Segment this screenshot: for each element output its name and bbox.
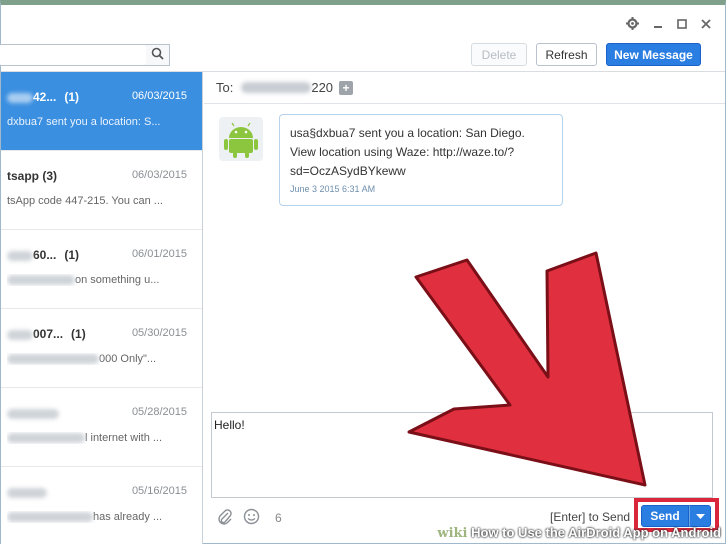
conversation-date: 05/28/2015: [131, 406, 187, 418]
search-icon: [151, 47, 164, 63]
refresh-button[interactable]: Refresh: [536, 43, 597, 66]
add-recipient-icon[interactable]: +: [339, 80, 354, 95]
conversation-date: 06/03/2015: [131, 169, 187, 181]
conversation-date: 05/16/2015: [131, 485, 187, 497]
watermark-title: How to Use the AirDroid App on Android: [471, 525, 721, 540]
unread-count: (1): [64, 248, 80, 262]
send-options-button[interactable]: [689, 505, 711, 527]
delete-button[interactable]: Delete: [471, 43, 527, 66]
conversation-name: 60...: [33, 248, 57, 262]
toolbar: Delete Refresh New Message: [0, 38, 725, 72]
conversation-item[interactable]: 60... (1) 06/01/2015 on something u...: [1, 230, 202, 309]
emoji-icon[interactable]: [243, 508, 260, 528]
conversation-preview: l internet with ...: [85, 432, 163, 444]
app-window: Delete Refresh New Message 42... (1) 06/0…: [0, 0, 726, 544]
new-message-button[interactable]: New Message: [606, 43, 701, 66]
conversation-item[interactable]: 05/28/2015 l internet with ...: [1, 388, 202, 467]
gear-icon[interactable]: [626, 17, 639, 32]
message-timestamp: June 3 2015 6:31 AM: [290, 184, 376, 194]
send-button[interactable]: Send: [641, 505, 689, 527]
maximize-icon[interactable]: [677, 18, 687, 31]
attach-icon[interactable]: [217, 508, 233, 529]
minimize-icon[interactable]: [653, 19, 663, 31]
conversation-preview: has already ...: [93, 511, 163, 523]
android-avatar-icon: [219, 117, 263, 161]
conversation-item[interactable]: tsapp (3) 06/03/2015 tsApp code 447-215.…: [1, 151, 202, 230]
enter-to-send-hint: [Enter] to Send: [550, 510, 631, 524]
conversation-name: tsapp (3): [7, 169, 58, 183]
conversation-date: 05/30/2015: [131, 327, 187, 339]
search-button[interactable]: [146, 44, 170, 66]
window-controls: [626, 17, 711, 32]
chevron-down-icon: [695, 509, 705, 523]
conversation-preview: dxbua7 sent you a location: S...: [7, 116, 161, 128]
compose-textarea[interactable]: [211, 412, 713, 498]
conversation-item[interactable]: 05/16/2015 has already ...: [1, 467, 202, 544]
to-label: To:: [216, 80, 234, 95]
watermark: wiki How to Use the AirDroid App on Andr…: [437, 525, 721, 541]
conversation-date: 06/01/2015: [131, 248, 187, 260]
char-count: 6: [275, 511, 282, 525]
conversation-name: 42...: [33, 90, 57, 104]
conversation-name: 007...: [33, 327, 64, 341]
conversation-preview: 000 Only"...: [99, 353, 157, 365]
close-icon[interactable]: [701, 18, 711, 31]
conversation-preview: tsApp code 447-215. You can ...: [7, 195, 163, 207]
search-input[interactable]: [0, 44, 147, 66]
conversation-item[interactable]: 42... (1) 06/03/2015 dxbua7 sent you a lo…: [1, 72, 202, 151]
message-text: usa§dxbua7 sent you a location: San Dieg…: [290, 126, 525, 178]
conversation-preview: on something u...: [75, 274, 160, 286]
unread-count: (1): [71, 327, 86, 341]
message-bubble: usa§dxbua7 sent you a location: San Dieg…: [279, 114, 563, 206]
conversation-list: 42... (1) 06/03/2015 dxbua7 sent you a lo…: [1, 72, 203, 544]
watermark-wiki: wiki: [437, 526, 468, 541]
recipient-blurred: [241, 82, 312, 93]
conversation-item[interactable]: 007... (1) 05/30/2015 000 Only"...: [1, 309, 202, 388]
conversation-date: 06/03/2015: [131, 90, 187, 102]
recipient-number: 220: [311, 80, 334, 95]
chat-header: To: 220 +: [204, 72, 725, 104]
unread-count: (1): [64, 90, 80, 104]
